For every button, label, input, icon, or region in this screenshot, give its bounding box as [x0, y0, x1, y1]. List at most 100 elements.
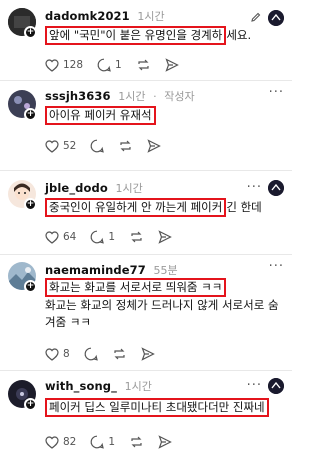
text-rest: 긴 한데 — [226, 200, 262, 214]
username[interactable]: dadomk2021 — [45, 9, 130, 23]
username[interactable]: sssjh3636 — [45, 89, 111, 103]
like-button[interactable]: 8 — [45, 347, 70, 361]
share-button[interactable] — [158, 435, 172, 449]
divider — [0, 170, 292, 171]
like-button[interactable]: 82 — [45, 435, 77, 449]
heart-icon — [45, 139, 59, 153]
like-button[interactable]: 52 — [45, 139, 77, 153]
post-top-actions: ··· — [269, 260, 284, 273]
comment-icon — [90, 435, 105, 449]
reply-button[interactable]: 1 — [90, 230, 115, 244]
text-rest: 세요. — [226, 28, 252, 42]
comment-text: 앞에 "국민"이 붙은 유명인을 경계하 세요. — [45, 26, 251, 45]
reply-button[interactable]: 1 — [97, 58, 122, 72]
like-button[interactable]: 128 — [45, 58, 84, 72]
comment-meta: jble_dodo 1시간 — [45, 180, 143, 196]
username[interactable]: jble_dodo — [45, 181, 108, 195]
comment-meta: sssjh3636 1시간 · 작성자 — [45, 88, 195, 104]
comment-post: + jble_dodo 1시간 ··· 중국인이 유일하게 안 까는게 페이커 긴… — [0, 172, 292, 258]
comment-meta: dadomk2021 1시간 — [45, 8, 165, 24]
heart-icon — [45, 230, 59, 244]
share-button[interactable] — [158, 230, 172, 244]
like-button[interactable]: 64 — [45, 230, 76, 244]
repost-icon — [131, 436, 142, 448]
comment-feed: + dadomk2021 1시간 앞에 "국민"이 붙은 유명인을 경계하 세요.… — [0, 0, 292, 459]
more-icon[interactable]: ··· — [269, 86, 284, 99]
timestamp: 1시간 — [118, 90, 146, 103]
action-bar: 64 1 — [45, 229, 186, 245]
highlighted-text: 중국인이 유일하게 안 까는게 페이커 — [45, 198, 227, 217]
reply-button[interactable]: 1 — [90, 435, 115, 449]
highlighted-text: 앞에 "국민"이 붙은 유명인을 경계하 — [45, 26, 227, 45]
divider — [0, 80, 292, 81]
profile-badge-icon[interactable] — [268, 9, 284, 26]
username[interactable]: with_song_ — [45, 379, 117, 393]
reply-button[interactable] — [90, 139, 105, 153]
follow-plus-icon[interactable]: + — [24, 398, 37, 411]
action-bar: 128 1 — [45, 57, 193, 73]
repost-button[interactable] — [112, 347, 127, 361]
reply-count: 1 — [108, 231, 116, 243]
share-button[interactable] — [147, 139, 162, 153]
repost-button[interactable] — [129, 230, 144, 244]
timestamp: 1시간 — [137, 10, 165, 23]
more-icon[interactable]: ··· — [269, 260, 284, 273]
highlighted-text: 화교는 화교를 서로서로 띄워줌 ㅋㅋ — [45, 278, 227, 297]
send-icon — [158, 435, 172, 449]
action-bar: 82 1 — [45, 434, 186, 450]
repost-icon — [120, 140, 131, 152]
profile-badge-icon[interactable] — [268, 180, 284, 196]
share-button[interactable] — [141, 347, 155, 361]
post-top-actions: ··· — [247, 378, 284, 394]
post-top-actions — [250, 8, 284, 27]
post-top-actions: ··· — [269, 86, 284, 99]
repost-button[interactable] — [129, 435, 144, 449]
comment-post: + with_song_ 1시간 ··· 페이커 딥스 일루미나티 초대됐다더만… — [0, 372, 292, 459]
username[interactable]: naemaminde77 — [45, 263, 146, 277]
highlighted-text: 아이유 페이커 유재석 — [45, 106, 156, 125]
profile-badge-icon[interactable] — [268, 378, 284, 394]
repost-button[interactable] — [136, 58, 151, 72]
repost-button[interactable] — [118, 139, 133, 153]
comment-icon — [97, 58, 111, 72]
heart-icon — [45, 58, 59, 72]
comment-icon — [90, 230, 105, 244]
follow-plus-icon[interactable]: + — [24, 280, 37, 293]
author-separator: · — [153, 90, 157, 103]
heart-icon — [45, 347, 59, 361]
more-icon[interactable]: ··· — [247, 379, 262, 392]
comment-post: + dadomk2021 1시간 앞에 "국민"이 붙은 유명인을 경계하 세요.… — [0, 0, 292, 86]
highlighted-text: 페이커 딥스 일루미나티 초대됐다더만 진짜네 — [45, 398, 269, 417]
heart-icon — [45, 435, 59, 449]
send-icon — [165, 58, 179, 72]
text-line: 겨줌 ㅋㅋ — [45, 315, 91, 329]
comment-text: 중국인이 유일하게 안 까는게 페이커 긴 한데 — [45, 198, 262, 217]
action-bar: 52 — [45, 138, 175, 154]
timestamp: 55분 — [153, 264, 178, 277]
comment-meta: naemaminde77 55분 — [45, 262, 178, 278]
author-badge: 작성자 — [164, 90, 195, 103]
repost-icon — [114, 348, 125, 360]
edit-icon[interactable] — [250, 8, 262, 27]
more-icon[interactable]: ··· — [247, 181, 262, 194]
like-count: 82 — [63, 436, 77, 448]
comment-text: 화교는 화교를 서로서로 띄워줌 ㅋㅋ 화교는 화교의 정체가 드러나지 않게 … — [45, 278, 279, 331]
reply-count: 1 — [115, 59, 122, 71]
follow-plus-icon[interactable]: + — [24, 26, 37, 39]
like-count: 128 — [63, 59, 84, 71]
action-bar: 8 — [45, 346, 169, 362]
comment-text: 아이유 페이커 유재석 — [45, 106, 156, 125]
like-count: 52 — [63, 140, 77, 152]
repost-icon — [131, 231, 142, 243]
comment-meta: with_song_ 1시간 — [45, 378, 152, 394]
reply-button[interactable] — [84, 347, 98, 361]
timestamp: 1시간 — [124, 380, 152, 393]
follow-plus-icon[interactable]: + — [24, 108, 37, 121]
follow-plus-icon[interactable]: + — [24, 198, 37, 211]
text-line: 화교는 화교의 정체가 드러나지 않게 서로서로 숨 — [45, 298, 279, 312]
send-icon — [147, 139, 162, 153]
comment-icon — [84, 347, 98, 361]
share-button[interactable] — [165, 58, 179, 72]
comment-icon — [90, 139, 105, 153]
divider — [0, 370, 292, 371]
